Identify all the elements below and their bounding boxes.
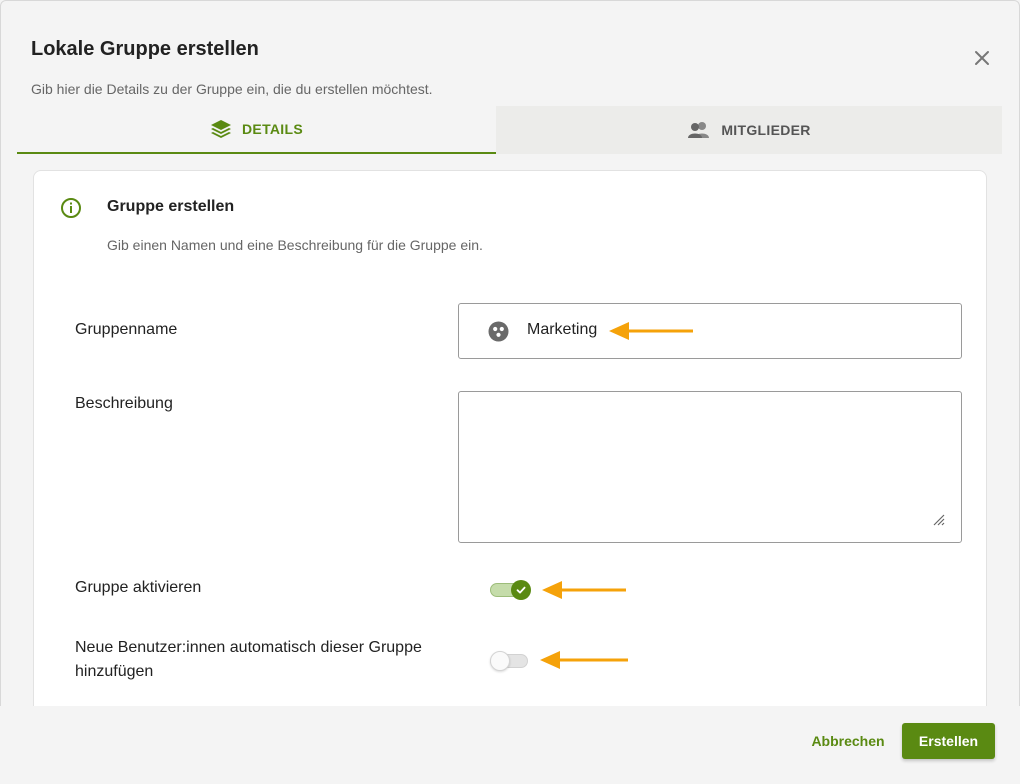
- tab-details-label: DETAILS: [242, 121, 303, 137]
- auto-add-users-label-line2: hinzufügen: [75, 663, 154, 680]
- description-label: Beschreibung: [75, 395, 173, 412]
- activate-group-toggle[interactable]: [490, 580, 531, 600]
- annotation-arrow-icon: [540, 651, 628, 669]
- auto-add-users-label-line1: Neue Benutzer:innen automatisch dieser G…: [75, 639, 422, 656]
- group-icon: [488, 321, 509, 342]
- annotation-arrow-icon: [542, 581, 626, 599]
- activate-group-label: Gruppe aktivieren: [75, 579, 202, 596]
- auto-add-users-label: Neue Benutzer:innen automatisch dieser G…: [75, 636, 422, 684]
- cancel-button[interactable]: Abbrechen: [800, 723, 896, 759]
- tab-members-label: MITGLIEDER: [721, 122, 811, 138]
- resize-handle-icon[interactable]: [931, 512, 945, 526]
- dialog-title: Lokale Gruppe erstellen: [31, 38, 259, 60]
- close-icon: [975, 51, 989, 65]
- auto-add-users-toggle[interactable]: [490, 651, 530, 671]
- info-icon: [61, 198, 81, 218]
- toggle-knob: [490, 651, 510, 671]
- close-button[interactable]: [970, 46, 994, 70]
- group-name-input[interactable]: Marketing: [458, 303, 962, 359]
- users-icon: [688, 122, 710, 138]
- group-name-value: Marketing: [527, 321, 598, 338]
- toggle-knob: [511, 580, 531, 600]
- tab-details[interactable]: DETAILS: [17, 106, 496, 154]
- annotation-arrow-icon: [609, 322, 693, 340]
- check-icon: [516, 586, 526, 594]
- section-description: Gib einen Namen und eine Beschreibung fü…: [107, 237, 483, 253]
- group-name-label: Gruppenname: [75, 321, 178, 338]
- layers-icon: [211, 120, 232, 138]
- create-button[interactable]: Erstellen: [902, 723, 995, 759]
- description-textarea[interactable]: [458, 391, 962, 543]
- section-title: Gruppe erstellen: [107, 198, 235, 215]
- tab-members[interactable]: MITGLIEDER: [496, 106, 1002, 154]
- dialog-subtitle: Gib hier die Details zu der Gruppe ein, …: [31, 81, 433, 97]
